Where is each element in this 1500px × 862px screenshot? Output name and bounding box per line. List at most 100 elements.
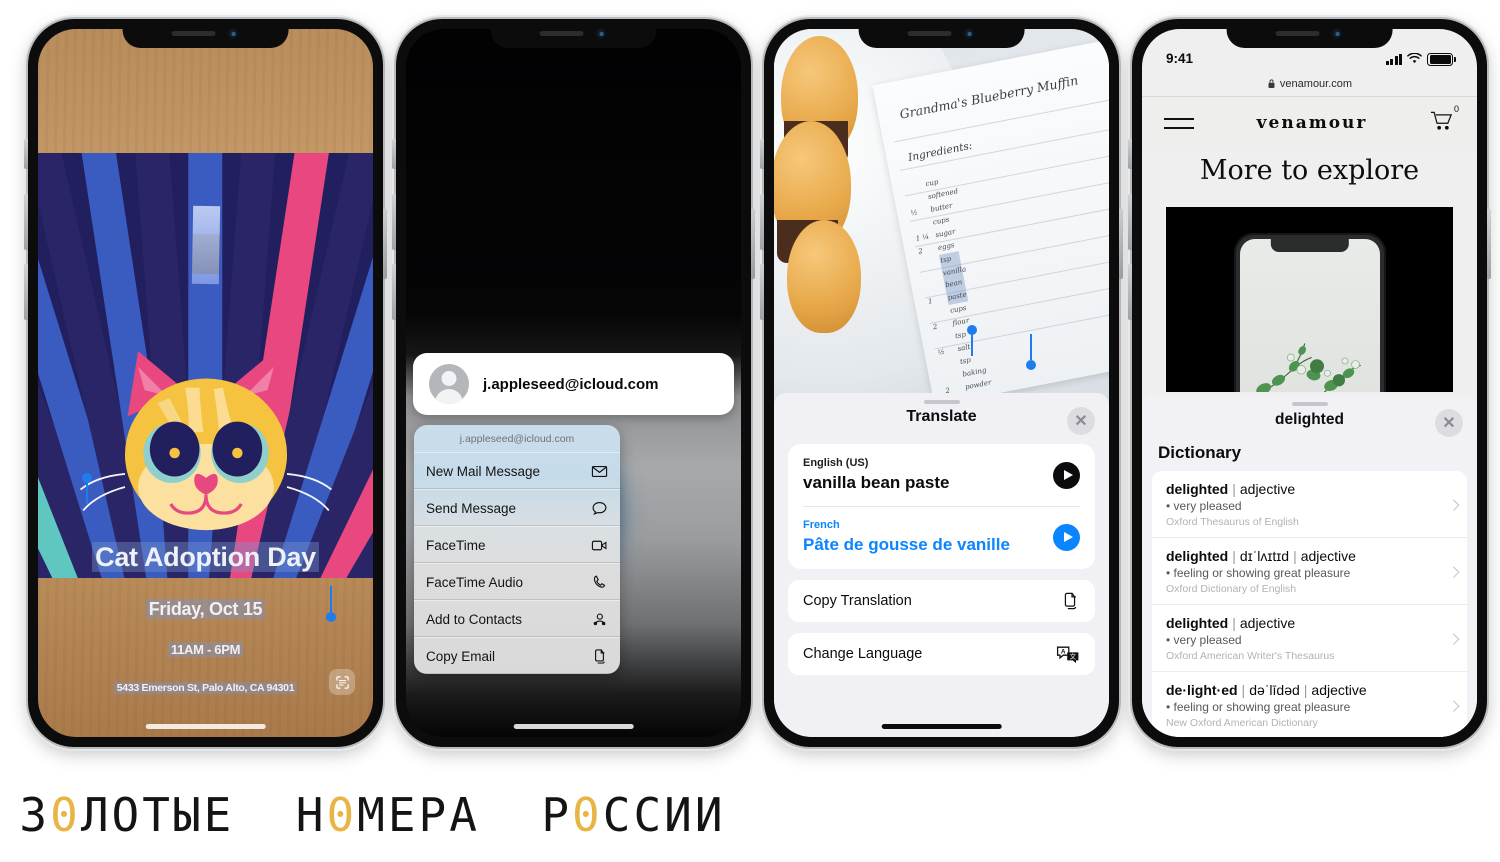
power-button[interactable]	[383, 209, 387, 279]
envelope-icon	[591, 465, 608, 477]
entry-pos: adjective	[1311, 682, 1367, 698]
volume-down-button[interactable]	[1128, 264, 1132, 320]
sheet-grabber[interactable]	[1291, 402, 1328, 406]
looked-up-word: delighted	[1275, 411, 1344, 428]
volume-down-button[interactable]	[392, 264, 396, 320]
entry-definition: • very pleased	[1166, 499, 1242, 513]
entry-phonetic: dɪˈlʌɪtɪd	[1239, 548, 1290, 564]
avatar	[429, 364, 469, 404]
url-text: venamour.com	[1279, 77, 1353, 90]
poster-date: Friday, Oct 15	[38, 598, 373, 620]
play-icon[interactable]	[1053, 461, 1080, 489]
target-language-label: French	[803, 519, 840, 531]
phone-3-screen: Grandma's Blueberry Muffin Ingredients: …	[774, 29, 1109, 737]
phone-4-screen: 9:41 venamour.com venamour 0 More to exp…	[1142, 29, 1477, 737]
phone-1-screen: Cat Adoption Day Friday, Oct 15 11AM - 6…	[38, 29, 373, 737]
selection-handle-start[interactable]	[967, 325, 977, 356]
phone-4-dictionary: 9:41 venamour.com venamour 0 More to exp…	[1128, 19, 1491, 747]
power-button[interactable]	[751, 209, 755, 279]
message-bubble-icon	[592, 501, 607, 515]
copy-documents-icon	[1064, 592, 1077, 610]
entry-definition: • feeling or showing great pleasure	[1166, 700, 1351, 714]
entry-source: Oxford Thesaurus of English	[1166, 516, 1299, 528]
menu-item-label: New Mail Message	[426, 463, 541, 479]
notch	[490, 19, 657, 48]
sheet-grabber[interactable]	[923, 400, 960, 404]
earpiece-speaker	[908, 31, 952, 36]
entry-term: delighted	[1166, 615, 1229, 631]
cart-count-badge: 0	[1453, 103, 1459, 114]
entry-definition: • very pleased	[1166, 633, 1242, 647]
sheet-title: Translate	[906, 408, 977, 425]
phone-3-translate: Grandma's Blueberry Muffin Ingredients: …	[760, 19, 1123, 747]
selection-handle-start[interactable]	[82, 473, 92, 504]
signal-bars-icon	[1385, 53, 1402, 65]
menu-item-new-mail-message[interactable]: New Mail Message	[414, 452, 620, 489]
phone-1-live-text-poster: Cat Adoption Day Friday, Oct 15 11AM - 6…	[24, 19, 387, 747]
menu-item-label: Send Message	[426, 500, 517, 516]
home-indicator[interactable]	[513, 724, 634, 729]
hero-product-image[interactable]	[1166, 207, 1453, 392]
copy-translation-button[interactable]: Copy Translation	[788, 580, 1095, 622]
mini-phone-mockup	[1233, 233, 1386, 392]
dictionary-entry[interactable]: delighted | adjective • very pleased Oxfor…	[1152, 471, 1467, 538]
site-header: venamour 0	[1142, 97, 1477, 149]
poster-time: 11AM - 6PM	[38, 642, 373, 658]
divider	[803, 506, 1080, 507]
source-language-label: English (US)	[803, 457, 869, 469]
earpiece-speaker	[1276, 31, 1320, 36]
banner-text: З0ЛОТЫЕ Н0МЕРА Р0ССИИ	[19, 788, 726, 842]
dictionary-section-title: Dictionary	[1158, 443, 1242, 462]
home-indicator[interactable]	[881, 724, 1002, 729]
dictionary-entry-list: delighted | adjective • very pleased Oxfor…	[1152, 471, 1467, 737]
entry-source: Oxford American Writer's Thesaurus	[1166, 650, 1335, 662]
live-text-icon[interactable]	[329, 669, 355, 695]
cat-illustration	[79, 351, 332, 530]
menu-item-add-to-contacts[interactable]: Add to Contacts	[414, 600, 620, 637]
notch	[122, 19, 289, 48]
add-person-icon	[593, 613, 606, 625]
detected-email-card[interactable]: j.appleseed@icloud.com	[413, 353, 734, 415]
shopping-cart-icon[interactable]: 0	[1430, 104, 1459, 137]
entry-term: de·light·ed	[1166, 682, 1238, 698]
volume-down-button[interactable]	[24, 264, 28, 320]
dictionary-entry[interactable]: delighted | adjective • very pleased Oxfor…	[1152, 605, 1467, 672]
hamburger-menu-icon[interactable]	[1164, 111, 1194, 136]
botanical-illustration	[1255, 343, 1361, 392]
power-button[interactable]	[1487, 209, 1491, 279]
phone-2-screen: j.appleseed@icloud.com j.appleseed@iclou…	[406, 29, 741, 737]
safari-url-bar[interactable]: venamour.com	[1142, 71, 1477, 97]
tape-strip	[191, 205, 220, 285]
lock-icon	[1268, 79, 1275, 88]
menu-item-label: FaceTime	[426, 537, 486, 553]
selection-handle-end[interactable]	[1026, 334, 1036, 370]
translation-card: English (US) vanilla bean paste French P…	[788, 444, 1095, 569]
menu-item-copy-email[interactable]: Copy Email	[414, 637, 620, 674]
change-language-button[interactable]: Change Language A 文	[788, 633, 1095, 675]
site-brand: venamour	[1256, 113, 1368, 133]
selection-handle-end[interactable]	[326, 586, 336, 622]
front-camera	[964, 28, 975, 39]
volume-down-button[interactable]	[760, 264, 764, 320]
close-x-icon[interactable]: ✕	[1435, 409, 1463, 437]
menu-item-facetime[interactable]: FaceTime	[414, 526, 620, 563]
menu-item-send-message[interactable]: Send Message	[414, 489, 620, 526]
dictionary-entry[interactable]: delighted | dɪˈlʌɪtɪd | adjective • feeling …	[1152, 538, 1467, 605]
detected-email-text: j.appleseed@icloud.com	[483, 375, 659, 393]
entry-pos: adjective	[1300, 548, 1356, 564]
status-time: 9:41	[1166, 51, 1194, 66]
menu-item-facetime-audio[interactable]: FaceTime Audio	[414, 563, 620, 600]
context-menu-header: j.appleseed@icloud.com	[459, 433, 575, 445]
entry-definition: • feeling or showing great pleasure	[1166, 566, 1351, 580]
notch	[1226, 19, 1393, 48]
home-indicator[interactable]	[145, 724, 266, 729]
play-icon[interactable]	[1053, 523, 1080, 551]
close-x-icon[interactable]: ✕	[1067, 407, 1095, 435]
front-camera	[1332, 28, 1343, 39]
translate-bubbles-icon: A 文	[1056, 646, 1079, 664]
context-menu: j.appleseed@icloud.com New Mail Message …	[414, 425, 620, 674]
dictionary-sheet: delighted ✕ Dictionary delighted | adjecti…	[1142, 395, 1477, 737]
dictionary-entry[interactable]: de·light·ed | dəˈlīdəd | adjective • feeling…	[1152, 672, 1467, 737]
svg-text:文: 文	[1070, 651, 1077, 660]
power-button[interactable]	[1119, 209, 1123, 279]
